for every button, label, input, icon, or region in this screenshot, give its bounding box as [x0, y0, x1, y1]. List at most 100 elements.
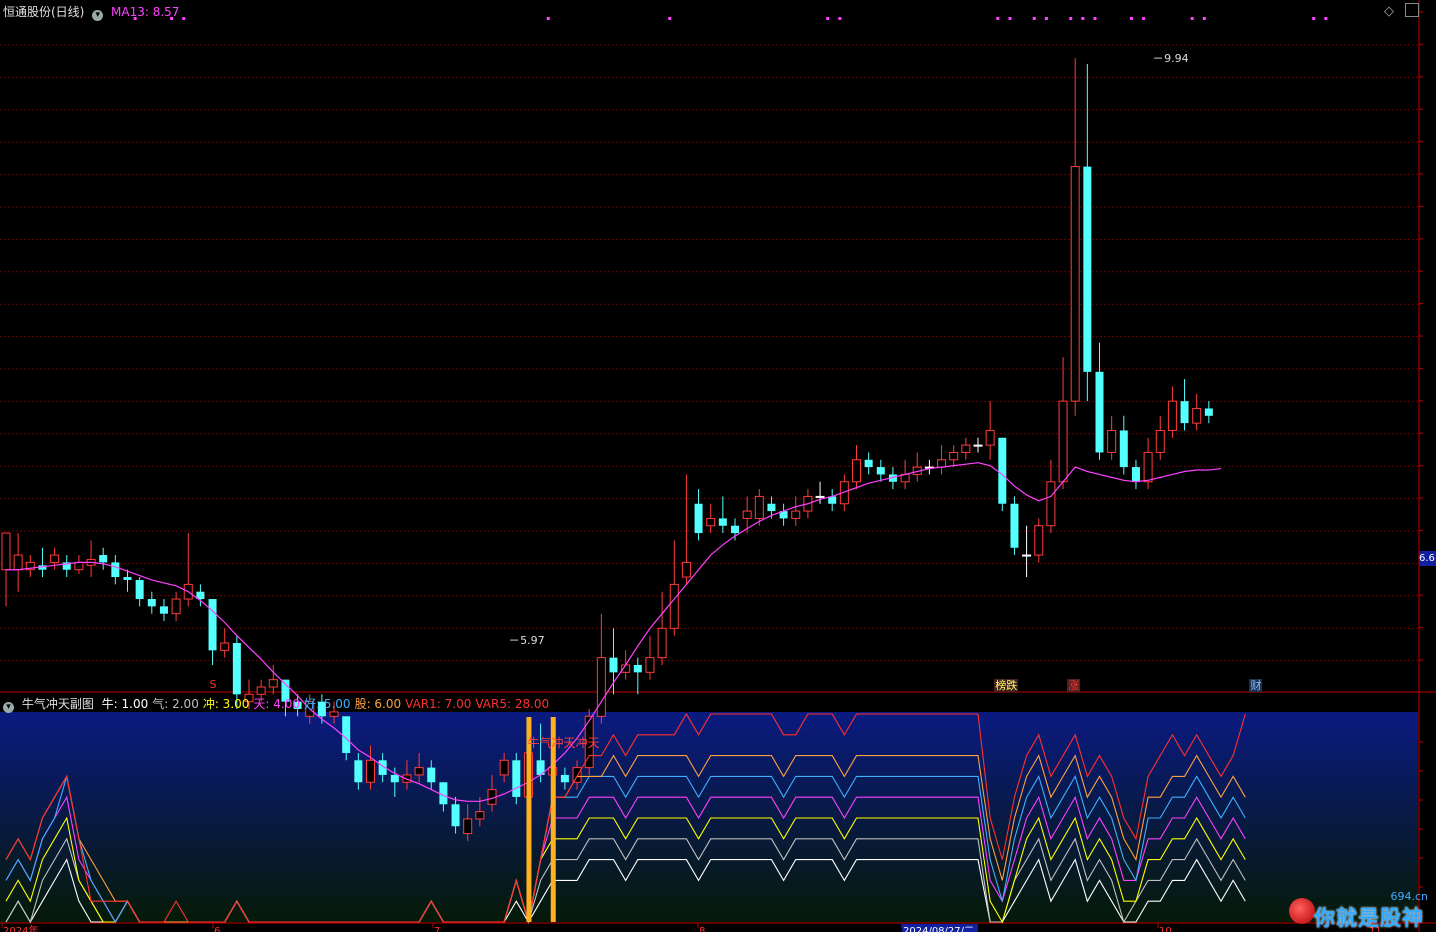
- price-annotation: 9.94: [1164, 52, 1189, 65]
- candle-body: [1143, 451, 1153, 483]
- watermark: 你就是股神 694.cn: [1287, 890, 1436, 932]
- candle-body: [876, 467, 885, 475]
- subchart-legend-item: 天: 4.00: [253, 697, 300, 711]
- subchart-legend-item: 冲: 3.00: [202, 697, 250, 711]
- candle-body: [572, 767, 582, 783]
- signal-dot: [1008, 17, 1012, 20]
- signal-dot: [1032, 17, 1036, 20]
- candle-body: [1131, 467, 1140, 482]
- candle-body: [366, 759, 375, 783]
- candle-body: [414, 767, 424, 776]
- candle-body: [50, 554, 60, 563]
- candle-body: [463, 818, 473, 835]
- sub-chart-header: ▾ 牛气冲天副图 牛: 1.00 气: 2.00 冲: 3.00 天: 4.00 好: …: [3, 695, 557, 713]
- time-label: 8: [699, 926, 705, 932]
- candle-body: [742, 510, 752, 519]
- candle-body: [268, 679, 278, 688]
- ma13-label: MA13: 8.57: [111, 5, 180, 19]
- candle-body: [499, 759, 509, 776]
- subchart-background: [0, 712, 1418, 922]
- watermark-site: 694.cn: [1390, 890, 1428, 903]
- subchart-legend-item: 好: 5.00: [303, 697, 351, 711]
- watermark-text: 你就是股神: [1314, 906, 1424, 930]
- candle-body: [147, 599, 156, 607]
- candle-body: [451, 804, 460, 827]
- signal-dot: [1069, 17, 1073, 20]
- subchart-title[interactable]: 牛气冲天副图: [22, 697, 94, 711]
- candle-body: [512, 760, 521, 797]
- candle-body: [864, 459, 873, 468]
- candle-body: [1119, 430, 1128, 468]
- candle-body: [937, 459, 947, 468]
- price-chart[interactable]: 9.945.97牛气冲天冲天S2024年 6 7 8 2024/08/27/二 10 11: [0, 0, 1436, 932]
- candle-body: [208, 599, 217, 651]
- signal-dot: [996, 17, 1000, 20]
- candle-body: [596, 657, 606, 717]
- candle-body: [815, 495, 825, 498]
- subchart-legend-item: VAR1: 7.00: [405, 697, 472, 711]
- event-tag[interactable]: 榜跌: [994, 679, 1019, 692]
- candle-body: [111, 562, 120, 578]
- candle-body: [852, 459, 861, 483]
- candle-body: [475, 811, 485, 820]
- candle-body: [1022, 554, 1032, 557]
- signal-dot: [1081, 17, 1085, 20]
- signal-dot: [1044, 17, 1048, 20]
- candle-body: [74, 561, 84, 571]
- stock-chart-window[interactable]: 9.94 5.97 牛气冲天冲天 S 2024年 6 7 8 2024/08/27/二 10 11 …: [0, 0, 1436, 932]
- candle-body: [1083, 166, 1092, 372]
- candle-body: [427, 767, 436, 783]
- candle-body: [439, 782, 448, 805]
- signal-dot: [668, 17, 672, 20]
- candle-body: [645, 657, 655, 673]
- candle-body: [171, 598, 181, 615]
- candle-body: [560, 774, 569, 783]
- candle-body: [342, 716, 351, 753]
- signal-dot: [546, 17, 550, 20]
- diamond-icon[interactable]: ◇: [1384, 4, 1394, 19]
- signal-dot: [1324, 17, 1328, 20]
- time-label: 10: [1159, 926, 1172, 932]
- candle-body: [1107, 429, 1117, 453]
- signal-dot: [1093, 17, 1097, 20]
- candle-body: [1167, 400, 1177, 431]
- event-tag[interactable]: 涨: [1067, 679, 1081, 692]
- subchart-legend-item: 气: 2.00: [152, 697, 199, 711]
- subchart-legend-item: 股: 6.00: [354, 697, 402, 711]
- time-label: 7: [434, 926, 440, 932]
- candle-body: [767, 503, 776, 512]
- price-annotation: 5.97: [520, 634, 545, 647]
- window-box-icon[interactable]: [1405, 3, 1419, 17]
- candle-body: [1058, 400, 1068, 483]
- main-chart-header: 恒通股份(日线) ▾ MA13: 8.57: [3, 3, 183, 21]
- indicator-toggle-icon[interactable]: ▾: [92, 10, 104, 21]
- subchart-toggle-icon[interactable]: ▾: [3, 702, 14, 713]
- event-tag[interactable]: 财: [1249, 679, 1263, 692]
- subchart-legend-item: VAR5: 28.00: [475, 697, 550, 711]
- candle-body: [754, 495, 764, 519]
- candle-body: [985, 429, 995, 446]
- watermark-logo-icon: [1289, 898, 1315, 924]
- candle-body: [1, 532, 11, 571]
- stock-title[interactable]: 恒通股份(日线): [3, 5, 84, 19]
- candle-body: [1034, 525, 1044, 556]
- candle-body: [159, 606, 168, 614]
- candle-body: [633, 665, 642, 673]
- candle-body: [256, 686, 266, 695]
- candle-body: [13, 554, 23, 571]
- signal-dot: [1312, 17, 1316, 20]
- candle-body: [998, 437, 1007, 504]
- candle-body: [99, 555, 108, 563]
- candle-body: [135, 579, 144, 600]
- candle-body: [609, 657, 618, 673]
- candle-body: [1046, 481, 1056, 527]
- signal-dot: [1142, 17, 1146, 20]
- candle-body: [718, 518, 727, 526]
- current-price-tag: 6.6: [1419, 551, 1436, 566]
- time-label: 6: [214, 926, 220, 932]
- candle-body: [354, 760, 363, 783]
- candle-body: [232, 643, 241, 695]
- candle-body: [1010, 503, 1019, 548]
- candle-body: [681, 561, 691, 578]
- candle-body: [731, 525, 739, 534]
